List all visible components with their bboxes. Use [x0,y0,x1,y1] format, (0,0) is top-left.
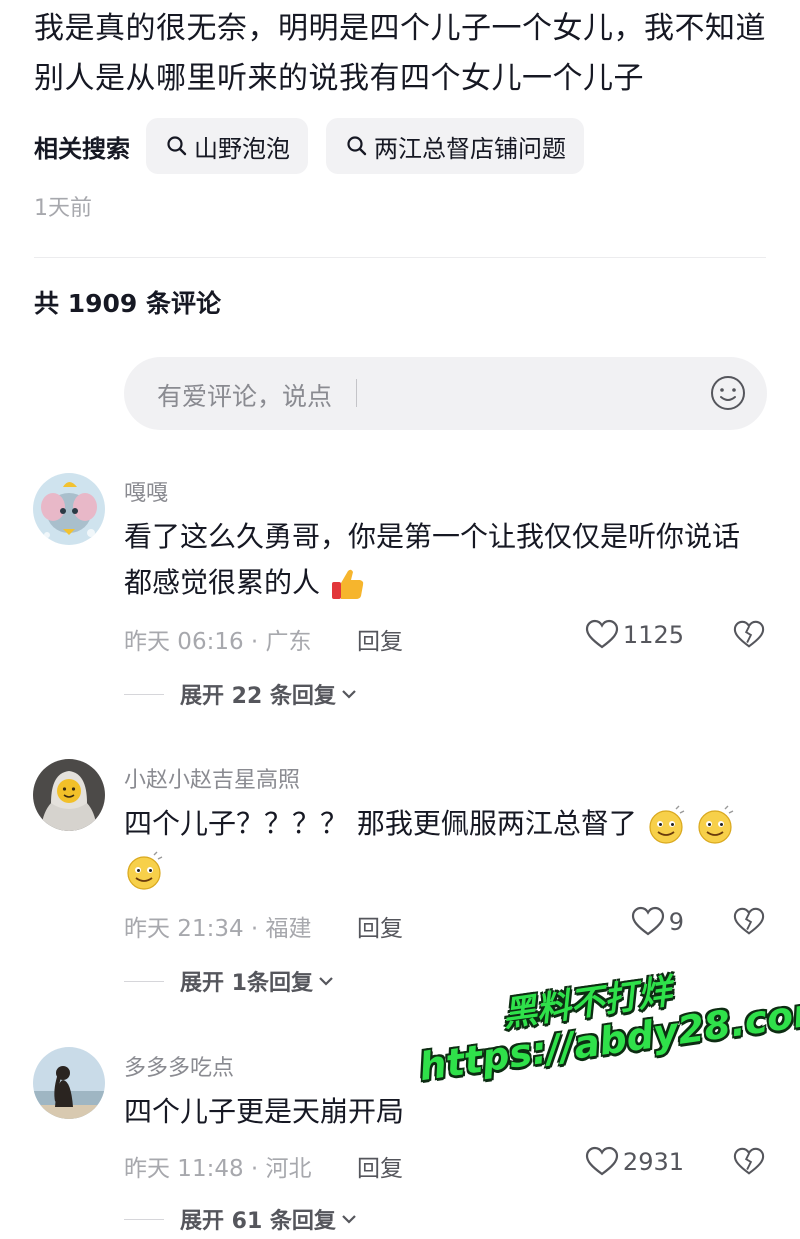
expand-replies[interactable]: 展开 61 条回复 [124,1203,358,1235]
expand-replies[interactable]: 展开 22 条回复 [124,678,358,710]
comment-text: 四个儿子？？？？ 那我更佩服两江总督了 [124,801,764,893]
like-count: 1125 [622,621,684,649]
dislike-icon[interactable] [733,906,765,938]
emoji-icon[interactable] [709,374,747,412]
expand-replies[interactable]: 展开 1条回复 [124,965,335,997]
comment-item: 嘎嘎 看了这么久勇哥，你是第一个让我仅仅是听你说话都感觉很累的人 昨天 06:1… [0,470,800,720]
comment-time-location: 昨天 21:34 · 福建 [124,916,312,942]
post-time: 1天前 [34,196,92,221]
comment-input-placeholder: 有爱评论，说点 [157,382,333,411]
comment-time-location: 昨天 06:16 · 广东 [124,629,312,655]
related-chip-1[interactable]: 山野泡泡 [146,118,308,174]
chevron-down-icon [342,690,356,699]
chevron-down-icon [319,977,333,986]
smile-face-icon [649,805,685,844]
expand-line [124,693,164,695]
comment-text-content: 看了这么久勇哥，你是第一个让我仅仅是听你说话都感觉很累的人 [124,520,741,599]
avatar[interactable] [33,759,105,831]
comment-input[interactable]: 有爱评论，说点 [124,357,767,430]
expand-line [124,1218,164,1220]
smile-face-icon [127,851,163,890]
heart-icon [631,906,664,936]
comment-count: 共 1909 条评论 [34,289,221,318]
search-icon [347,136,367,156]
related-chip-label: 两江总督店铺问题 [374,134,566,163]
post-text: 我是真的很无奈，明明是四个儿子一个女儿，我不知道别人是从哪里听来的说我有四个女儿… [34,11,766,96]
avatar[interactable] [33,473,105,545]
comment-text-content: 四个儿子？？？？ 那我更佩服两江总督了 [124,807,637,840]
divider [34,257,766,258]
related-searches-label: 相关搜索 [34,134,130,163]
like-button[interactable]: 9 [631,906,684,938]
like-button[interactable]: 2931 [585,1146,684,1178]
heart-icon [585,1146,619,1176]
related-chip-label: 山野泡泡 [194,134,290,163]
dislike-icon[interactable] [733,619,765,651]
comment-username[interactable]: 小赵小赵吉星高照 [124,762,300,794]
reply-button[interactable]: 回复 [357,1149,403,1183]
dislike-icon[interactable] [733,1146,765,1178]
comment-username[interactable]: 嘎嘎 [124,475,168,507]
expand-replies-label: 展开 22 条回复 [180,684,336,709]
comment-text: 看了这么久勇哥，你是第一个让我仅仅是听你说话都感觉很累的人 [124,514,764,606]
like-count: 9 [668,908,684,936]
search-icon [167,136,187,156]
reply-button[interactable]: 回复 [357,622,403,656]
like-count: 2931 [622,1148,684,1176]
reply-button[interactable]: 回复 [357,909,403,943]
comment-username[interactable]: 多多多吃点 [124,1050,234,1082]
avatar[interactable] [33,1047,105,1119]
comment-item: 多多多吃点 四个儿子更是天崩开局 昨天 11:48 · 河北 回复 2931 展… [0,1045,800,1239]
comment-time-location: 昨天 11:48 · 河北 [124,1156,312,1182]
expand-line [124,980,164,982]
heart-icon [585,619,619,649]
related-searches: 相关搜索 山野泡泡 两江总督店铺问题 [34,118,602,174]
thumbs-up-icon [331,569,364,599]
related-chip-2[interactable]: 两江总督店铺问题 [326,118,584,174]
expand-replies-label: 展开 61 条回复 [180,1209,336,1234]
expand-replies-label: 展开 1条回复 [180,971,313,996]
chevron-down-icon [342,1215,356,1224]
smile-face-icon [698,805,734,844]
text-caret [356,379,357,407]
like-button[interactable]: 1125 [585,619,684,651]
